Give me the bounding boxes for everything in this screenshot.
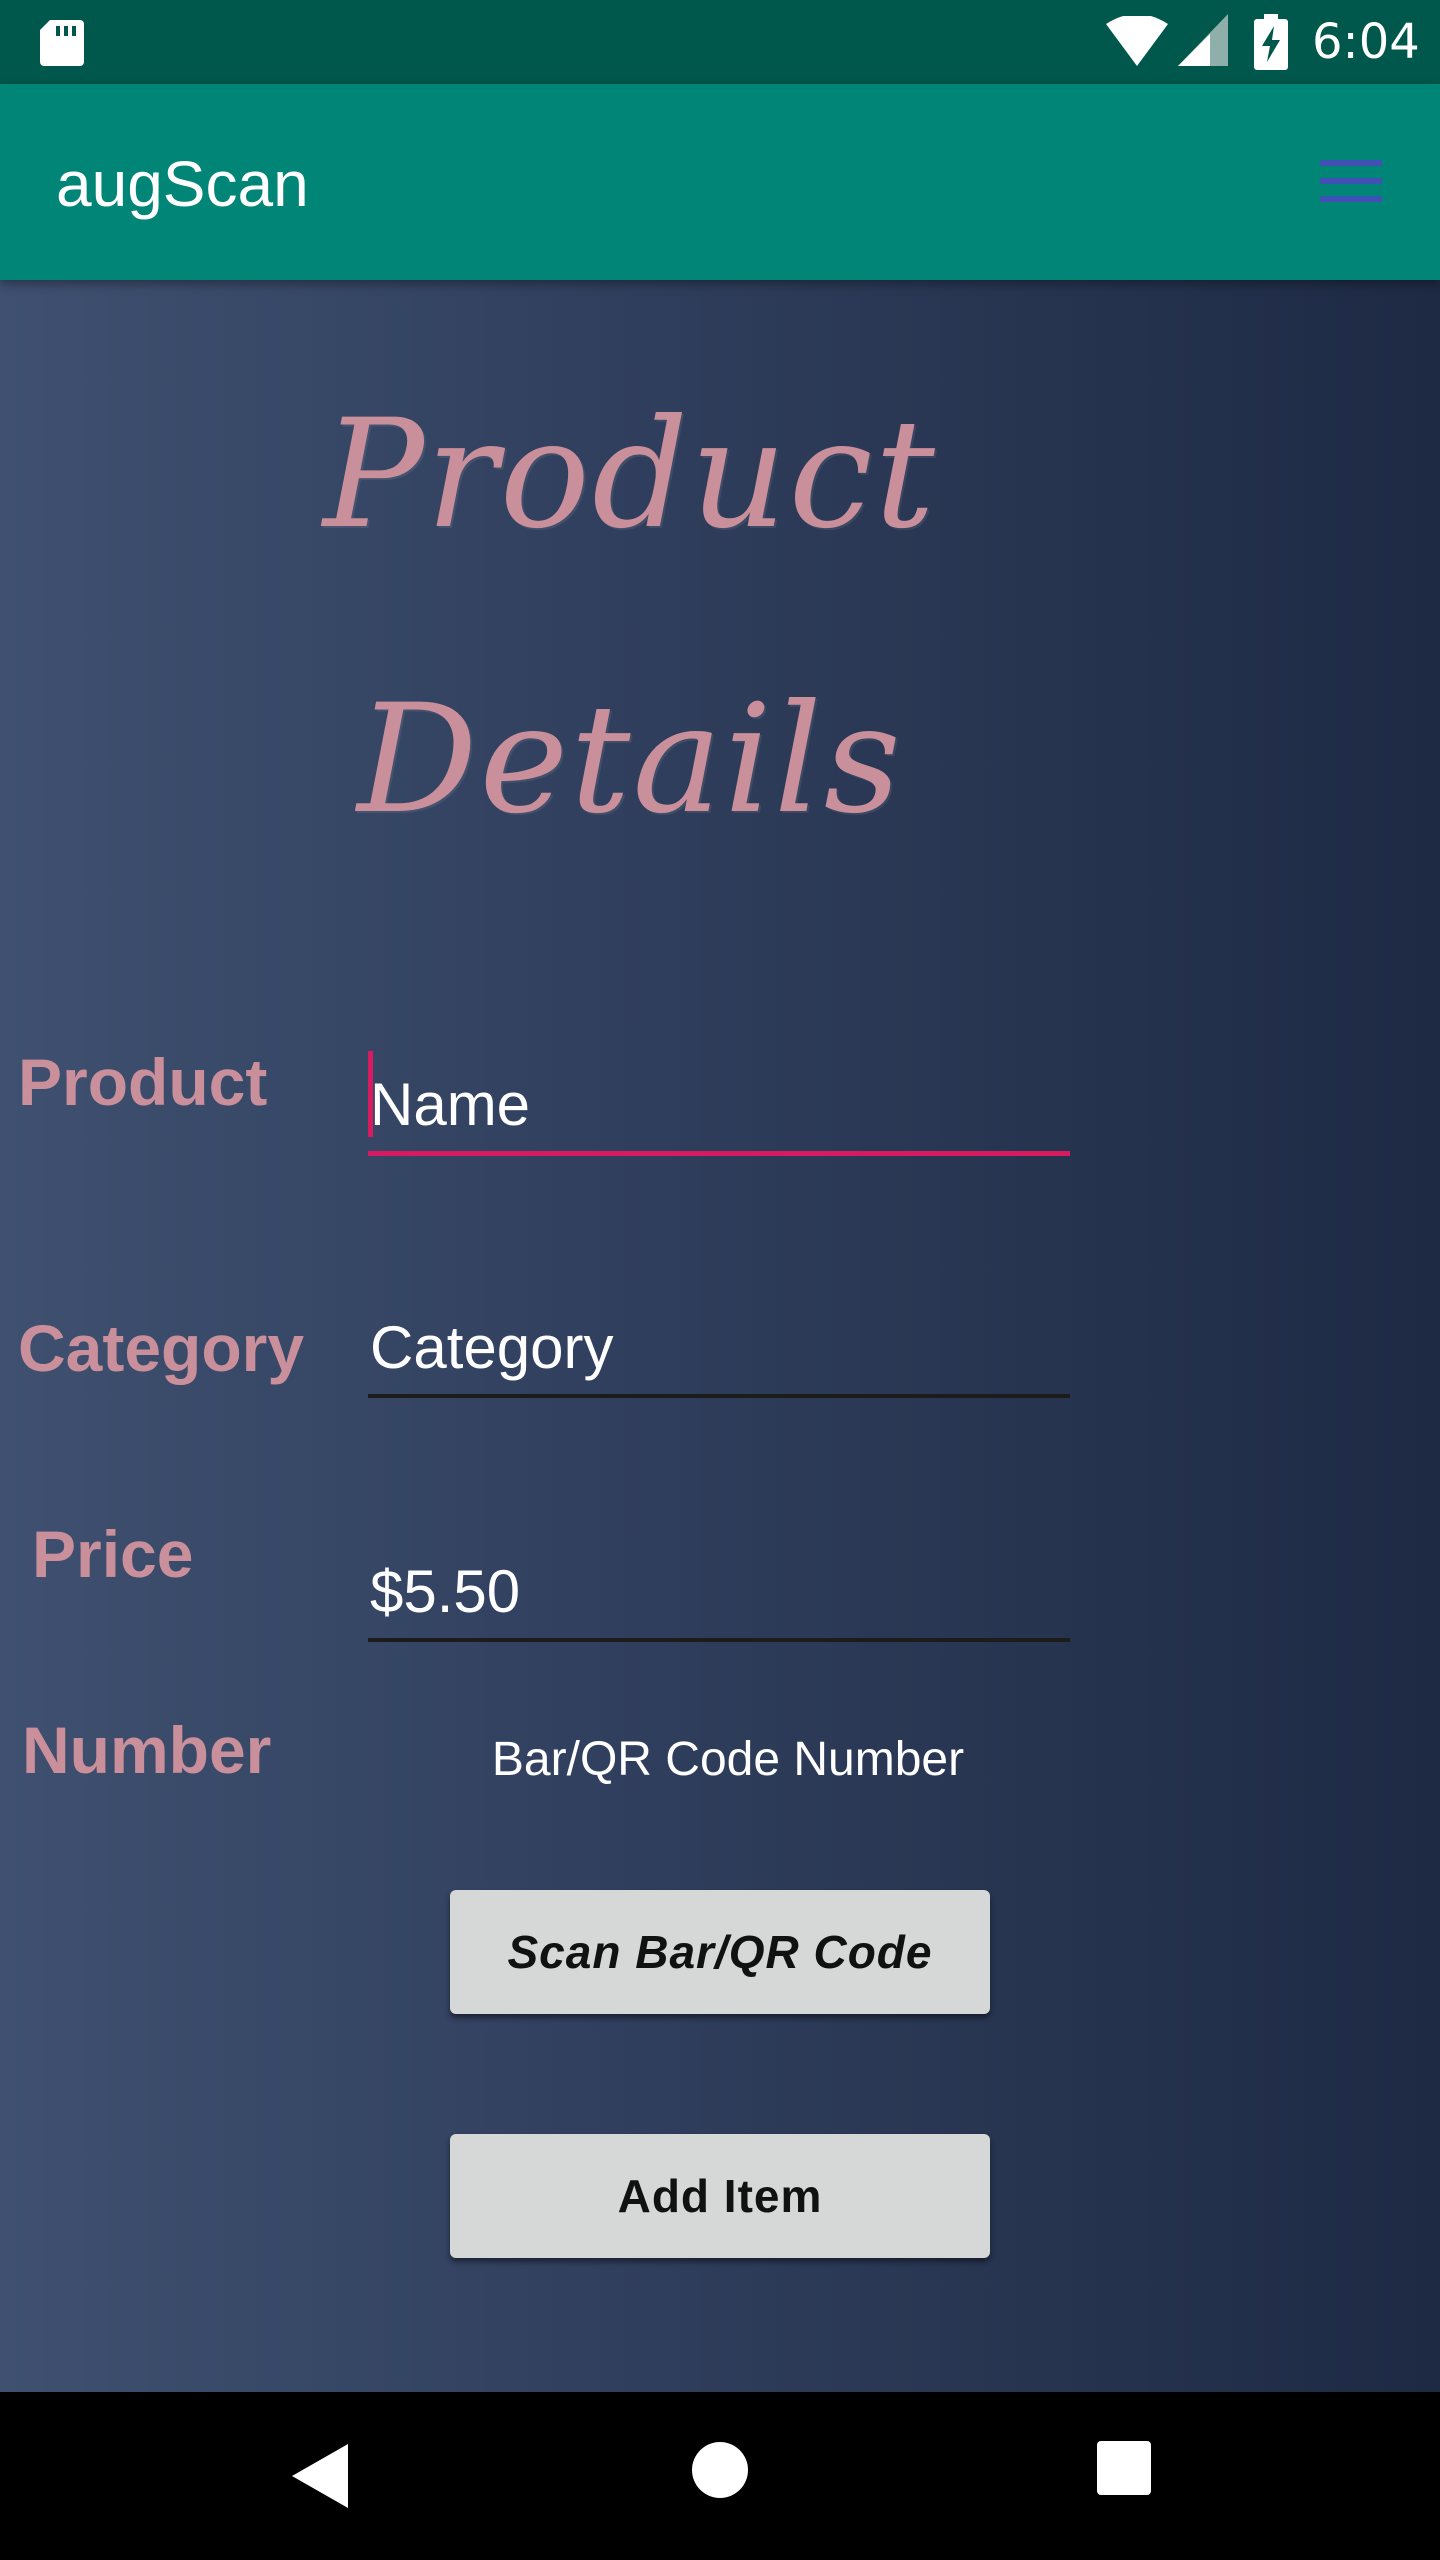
main-content: Product Details Product Name Category Ca… bbox=[0, 280, 1440, 2392]
heading-line-1: Product bbox=[323, 388, 937, 562]
battery-charging-icon bbox=[1254, 14, 1288, 70]
price-value: $5.50 bbox=[370, 1558, 521, 1625]
price-input[interactable]: $5.50 bbox=[368, 1542, 1070, 1642]
product-label: Product bbox=[18, 1045, 268, 1119]
home-icon[interactable] bbox=[690, 2440, 750, 2500]
add-item-button[interactable]: Add Item bbox=[450, 2134, 990, 2258]
code-number-text: Bar/QR Code Number bbox=[491, 1733, 965, 1786]
signal-icon bbox=[1178, 14, 1228, 66]
status-bar: 6:04 bbox=[0, 0, 1440, 84]
app-bar: augScan bbox=[0, 84, 1440, 280]
price-label: Price bbox=[32, 1517, 194, 1591]
back-icon[interactable] bbox=[288, 2440, 352, 2512]
product-name-input[interactable]: Name bbox=[368, 1051, 1070, 1156]
recent-apps-icon[interactable] bbox=[1097, 2441, 1151, 2495]
navigation-bar bbox=[0, 2392, 1440, 2560]
category-label: Category bbox=[18, 1311, 305, 1385]
status-time: 6:04 bbox=[1312, 14, 1420, 70]
scan-code-button[interactable]: Scan Bar/QR Code bbox=[450, 1890, 990, 2014]
number-label: Number bbox=[22, 1713, 272, 1787]
heading-line-2: Details bbox=[357, 673, 903, 847]
category-value: Category bbox=[370, 1314, 614, 1381]
sd-card-icon bbox=[40, 20, 84, 66]
hamburger-menu-icon[interactable] bbox=[1318, 156, 1386, 206]
product-name-value: Name bbox=[370, 1071, 531, 1138]
wifi-icon bbox=[1106, 16, 1168, 66]
app-title: augScan bbox=[56, 148, 309, 220]
category-input[interactable]: Category bbox=[368, 1298, 1070, 1398]
